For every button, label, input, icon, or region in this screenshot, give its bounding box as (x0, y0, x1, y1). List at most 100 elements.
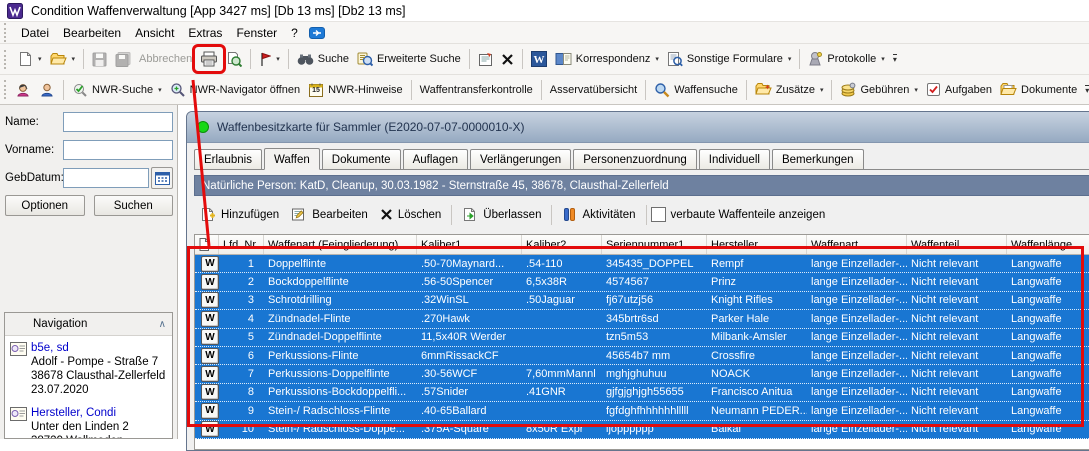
zusaetze-button[interactable]: Zusätze ▾ (751, 79, 828, 100)
column-icon[interactable] (195, 235, 219, 254)
nwr-hinweise-button[interactable]: 15 NWR-Hinweise (304, 79, 407, 101)
navigation-list: b5e, sd Adolf - Pompe - Straße 7 38678 C… (5, 337, 172, 439)
weapon-row[interactable]: W 9 Stein-/ Radschloss-Flinte .40-65Ball… (195, 402, 1089, 420)
asservatuebersicht-button[interactable]: Asservatübersicht (546, 81, 641, 99)
column-seriennummer1[interactable]: Seriennummer1 (602, 235, 707, 254)
weapon-row[interactable]: W 2 Bockdoppelflinte .56-50Spencer 6,5x3… (195, 273, 1089, 291)
vorname-input[interactable] (63, 140, 173, 160)
toolbar-grip[interactable] (4, 50, 9, 69)
weapon-row[interactable]: W 4 Zündnadel-Flinte .270Hawk 345brtr6sd… (195, 310, 1089, 328)
folder-documents-icon (1000, 82, 1017, 97)
print-button[interactable] (196, 48, 222, 70)
waffentransferkontrolle-button[interactable]: Waffentransferkontrolle (416, 81, 537, 99)
tab[interactable]: Verlängerungen (470, 149, 571, 169)
menu-item[interactable]: Datei (14, 24, 56, 42)
menu-item[interactable]: Ansicht (128, 24, 181, 42)
remove-button[interactable] (497, 50, 518, 69)
weapon-row[interactable]: W 7 Perkussions-Doppelflinte .30-56WCF 7… (195, 365, 1089, 383)
flag-button[interactable]: ▾ (255, 49, 284, 70)
separator (831, 80, 832, 100)
column-waffenlaenge[interactable]: Waffenlänge (1007, 235, 1089, 254)
binoculars-icon (297, 53, 314, 66)
loeschen-button[interactable]: Löschen (374, 205, 447, 224)
suchen-button[interactable]: Suchen (94, 195, 174, 216)
optionen-button[interactable]: Optionen (5, 195, 85, 216)
calendar-picker-button[interactable] (151, 167, 173, 189)
weapon-row[interactable]: W 6 Perkussions-Flinte 6mmRissackCF 4565… (195, 347, 1089, 365)
tools-icon (562, 207, 577, 222)
aktivitaeten-button[interactable]: Aktivitäten (556, 204, 641, 225)
menu-item[interactable]: Fenster (229, 24, 284, 42)
person-wizard-button[interactable] (11, 79, 35, 101)
toolbar-grip[interactable] (4, 23, 9, 42)
weapon-row[interactable]: W 5 Zündnadel-Doppelflinte 11,5x40R Werd… (195, 329, 1089, 347)
nav-person-item[interactable]: b5e, sd Adolf - Pompe - Straße 7 38678 C… (6, 337, 171, 401)
cell-waffenlaenge: Langwaffe (1007, 384, 1089, 401)
column-hersteller[interactable]: Hersteller (707, 235, 807, 254)
sonstige-formulare-button[interactable]: Sonstige Formulare ▾ (663, 48, 796, 70)
nwr-suche-button[interactable]: NWR-Suche ▾ (68, 79, 166, 101)
save-button[interactable] (88, 49, 111, 70)
menu-item[interactable]: ? (284, 24, 305, 42)
remote-support-icon[interactable] (309, 25, 325, 41)
bearbeiten-button[interactable]: Bearbeiten (285, 204, 374, 225)
name-input[interactable] (63, 112, 173, 132)
word-button[interactable]: W (527, 48, 551, 70)
cancel-button[interactable]: Abbrechen (135, 50, 196, 68)
nav-person-item[interactable]: Hersteller, Condi Unter den Linden 2 387… (6, 402, 171, 439)
tab[interactable]: Dokumente (322, 149, 401, 169)
weapon-row[interactable]: W 8 Perkussions-Bockdoppelfli... .57Snid… (195, 384, 1089, 402)
menu-item[interactable]: Bearbeiten (56, 24, 128, 42)
toolbar-overflow-icon[interactable]: ▾ (893, 54, 897, 64)
gebdatum-input[interactable] (63, 168, 149, 188)
protokolle-button[interactable]: Protokolle ▾ (804, 48, 888, 70)
verbaute-waffenteile-checkbox[interactable] (651, 207, 666, 222)
print-preview-button[interactable] (222, 48, 246, 70)
tab[interactable]: Bemerkungen (772, 149, 864, 169)
tab[interactable]: Auflagen (403, 149, 468, 169)
gebuehren-label: Gebühren (860, 84, 909, 96)
column-kaliber1[interactable]: Kaliber1 (417, 235, 522, 254)
dokumente-button[interactable]: Dokumente (996, 79, 1081, 100)
cell-kaliber1: .30-56WCF (417, 365, 522, 382)
waffensuche-button[interactable]: Waffensuche (650, 79, 742, 101)
korrespondenz-button[interactable]: Korrespondenz ▾ (551, 49, 663, 69)
tab[interactable]: Erlaubnis (194, 149, 262, 169)
collapse-chevron-icon[interactable]: ∧ (159, 319, 166, 330)
weapon-row[interactable]: W 10 Stein-/ Radschloss-Doppe... .375A-S… (195, 421, 1089, 439)
column-kaliber2[interactable]: Kaliber2 (522, 235, 602, 254)
toolbar-grip[interactable] (4, 80, 6, 99)
table-body: W 1 Doppelflinte .50-70Maynard... .54-11… (195, 255, 1089, 439)
row-marker-cell: W (195, 347, 219, 364)
properties-button[interactable] (474, 49, 497, 70)
toolbar-overflow-icon[interactable]: ▾ (1085, 85, 1089, 95)
open-button[interactable]: ▾ (46, 49, 80, 70)
aufgaben-button[interactable]: Aufgaben (922, 79, 996, 100)
weapon-marker-icon: W (201, 366, 219, 382)
weapon-row[interactable]: W 1 Doppelflinte .50-70Maynard... .54-11… (195, 255, 1089, 273)
column-waffenart[interactable]: Waffenart (807, 235, 907, 254)
save-all-button[interactable] (111, 49, 135, 70)
gebuehren-button[interactable]: Gebühren ▾ (836, 79, 921, 100)
search-button[interactable]: Suche (293, 50, 353, 69)
cell-waffenart: lange Einzellader-... (807, 347, 907, 364)
menu-item[interactable]: Extras (181, 24, 229, 42)
hinzufuegen-button[interactable]: Hinzufügen (194, 204, 285, 225)
new-document-button[interactable]: ▾ (14, 48, 46, 70)
person-button[interactable] (35, 79, 59, 101)
nwr-navigator-button[interactable]: NWR-Navigator öffnen (166, 79, 304, 101)
document-tabs: ErlaubnisWaffenDokumenteAuflagenVerlänge… (194, 149, 1089, 170)
dropdown-caret-icon: ▾ (38, 55, 42, 63)
protokolle-icon (808, 51, 823, 67)
weapon-row[interactable]: W 3 Schrotdrilling .32WinSL .50Jaguar fj… (195, 292, 1089, 310)
tab[interactable]: Individuell (699, 149, 770, 169)
cell-seriennummer1: 45654b7 mm (602, 347, 707, 364)
column-waffenart-fein[interactable]: Waffenart (Feingliederung) (264, 235, 417, 254)
advanced-search-button[interactable]: Erweiterte Suche (353, 48, 465, 70)
tab[interactable]: Personenzuordnung (573, 149, 697, 169)
column-lfdnr[interactable]: Lfd. Nr (219, 235, 264, 254)
ueberlassen-button[interactable]: Überlassen (456, 204, 547, 225)
weapon-marker-icon: W (201, 329, 219, 345)
column-waffenteil[interactable]: Waffenteil (907, 235, 1007, 254)
tab[interactable]: Waffen (264, 148, 320, 170)
